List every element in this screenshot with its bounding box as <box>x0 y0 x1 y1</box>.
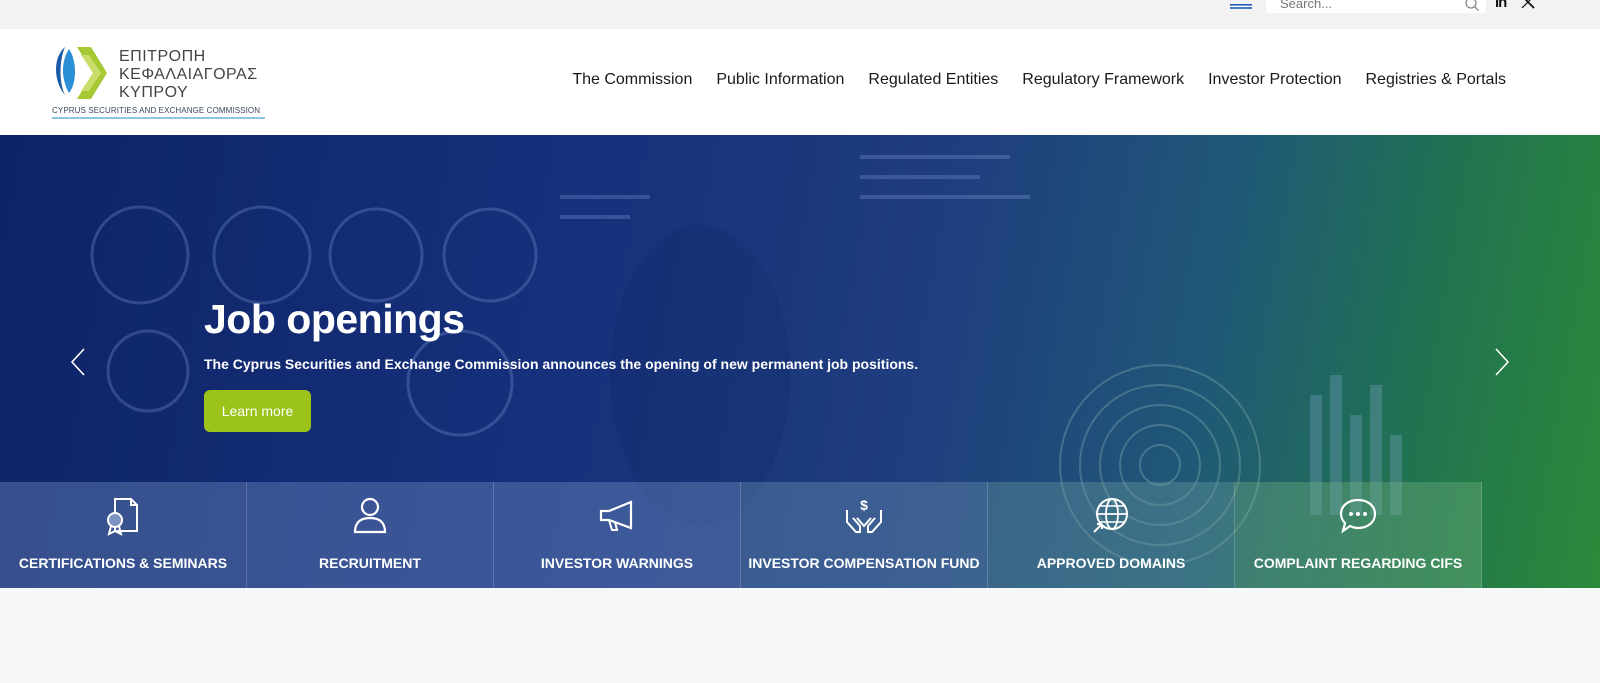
hands-dollar-icon: $ <box>846 497 882 533</box>
quick-link-investor-compensation-fund[interactable]: $ INVESTOR COMPENSATION FUND <box>741 482 988 588</box>
user-icon <box>353 497 387 534</box>
logo-text-line-2: ΚΕΦΑΛΑΙΑΓΟΡΑΣ <box>119 66 258 83</box>
x-twitter-icon[interactable] <box>1521 0 1535 9</box>
main-navigation: The Commission Public Information Regula… <box>560 71 1518 89</box>
quick-link-complaint-regarding-cifs[interactable]: COMPLAINT REGARDING CIFS <box>1235 482 1482 588</box>
quick-link-investor-warnings[interactable]: INVESTOR WARNINGS <box>494 482 741 588</box>
hero-description: The Cyprus Securities and Exchange Commi… <box>204 356 919 372</box>
learn-more-button[interactable]: Learn more <box>204 390 311 432</box>
nav-item-public-information[interactable]: Public Information <box>704 71 856 89</box>
quick-links-bar: CERTIFICATIONS & SEMINARS RECRUITMENT IN… <box>0 482 1530 588</box>
svg-text:$: $ <box>860 497 868 513</box>
globe-icon <box>1093 498 1128 533</box>
nav-item-regulated-entities[interactable]: Regulated Entities <box>856 71 1010 89</box>
certificate-icon <box>107 498 138 536</box>
slider-prev-arrow-icon[interactable] <box>70 347 86 377</box>
quick-link-certifications-seminars[interactable]: CERTIFICATIONS & SEMINARS <box>0 482 247 588</box>
nav-item-the-commission[interactable]: The Commission <box>560 71 704 89</box>
slider-next-arrow-icon[interactable] <box>1494 347 1510 377</box>
quick-link-label: CERTIFICATIONS & SEMINARS <box>18 555 228 571</box>
megaphone-icon <box>599 500 633 531</box>
top-utility-bar: in <box>0 0 1600 29</box>
search-input[interactable] <box>1280 0 1450 11</box>
hero-title: Job openings <box>204 296 465 342</box>
logo-text-line-1: ΕΠΙΤΡΟΠΗ <box>119 48 206 65</box>
page-content-area <box>0 588 1600 683</box>
quick-link-label: INVESTOR WARNINGS <box>540 555 694 571</box>
quick-link-label: INVESTOR COMPENSATION FUND <box>748 555 980 571</box>
search-icon[interactable] <box>1464 0 1480 12</box>
linkedin-icon[interactable]: in <box>1495 0 1507 11</box>
nav-item-investor-protection[interactable]: Investor Protection <box>1196 71 1353 89</box>
quick-link-label: APPROVED DOMAINS <box>1036 555 1186 571</box>
quick-link-recruitment[interactable]: RECRUITMENT <box>247 482 494 588</box>
logo-text-line-3: ΚΥΠΡΟΥ <box>119 84 189 101</box>
nav-item-regulatory-framework[interactable]: Regulatory Framework <box>1010 71 1196 89</box>
quick-link-label: RECRUITMENT <box>319 555 421 571</box>
cysec-logo[interactable]: ΕΠΙΤΡΟΠΗ ΚΕΦΑΛΑΙΑΓΟΡΑΣ ΚΥΠΡΟΥ CYPRUS SEC… <box>51 43 271 121</box>
logo-chevron-mark <box>56 47 107 99</box>
chat-bubble-icon <box>1339 498 1377 534</box>
search-box <box>1266 0 1486 13</box>
site-header: ΕΠΙΤΡΟΠΗ ΚΕΦΑΛΑΙΑΓΟΡΑΣ ΚΥΠΡΟΥ CYPRUS SEC… <box>0 29 1600 135</box>
quick-link-approved-domains[interactable]: APPROVED DOMAINS <box>988 482 1235 588</box>
quick-link-label: COMPLAINT REGARDING CIFS <box>1253 555 1463 571</box>
logo-underline <box>52 117 265 119</box>
nav-item-registries-portals[interactable]: Registries & Portals <box>1354 71 1519 89</box>
logo-subtitle: CYPRUS SECURITIES AND EXCHANGE COMMISSIO… <box>52 106 261 115</box>
greek-flag-icon[interactable] <box>1230 0 1252 9</box>
